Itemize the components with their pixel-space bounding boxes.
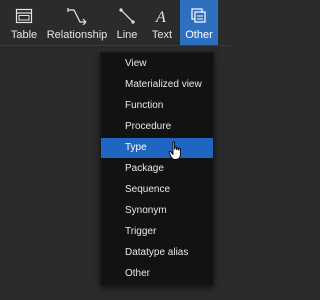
svg-text:A: A: [155, 9, 166, 25]
other-icon: [190, 3, 208, 29]
toolbar-text-label: Text: [151, 29, 173, 41]
menu-item-package[interactable]: Package: [101, 159, 213, 179]
other-dropdown-menu: View Materialized view Function Procedur…: [100, 52, 214, 286]
menu-item-trigger[interactable]: Trigger: [101, 222, 213, 242]
toolbar: Table Relationship Line A Text Other: [0, 0, 230, 46]
menu-item-datatype-alias[interactable]: Datatype alias: [101, 243, 213, 263]
menu-item-procedure[interactable]: Procedure: [101, 117, 213, 137]
relationship-icon: [66, 3, 88, 29]
menu-item-synonym[interactable]: Synonym: [101, 201, 213, 221]
toolbar-relationship-label: Relationship: [46, 29, 108, 41]
toolbar-other-button[interactable]: Other: [180, 0, 218, 45]
line-icon: [118, 3, 136, 29]
toolbar-relationship-button[interactable]: Relationship: [46, 0, 108, 45]
menu-item-materialized-view[interactable]: Materialized view: [101, 75, 213, 95]
toolbar-table-button[interactable]: Table: [5, 0, 43, 45]
menu-item-view[interactable]: View: [101, 54, 213, 74]
menu-item-other[interactable]: Other: [101, 264, 213, 284]
toolbar-text-button[interactable]: A Text: [146, 0, 178, 45]
toolbar-other-label: Other: [185, 29, 213, 41]
menu-item-function[interactable]: Function: [101, 96, 213, 116]
toolbar-line-label: Line: [116, 29, 138, 41]
toolbar-table-label: Table: [10, 29, 38, 41]
menu-item-sequence[interactable]: Sequence: [101, 180, 213, 200]
table-icon: [15, 3, 33, 29]
text-icon: A: [153, 3, 171, 29]
menu-item-type[interactable]: Type: [101, 138, 213, 158]
hand-cursor-icon: [168, 141, 184, 161]
toolbar-line-button[interactable]: Line: [112, 0, 142, 45]
